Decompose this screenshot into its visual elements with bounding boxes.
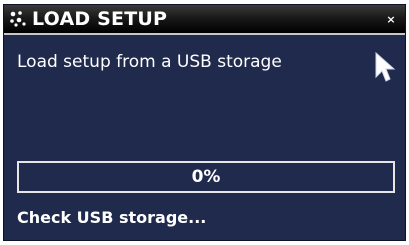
progress-percentage: 0%: [191, 167, 221, 187]
close-icon: ×: [386, 12, 396, 26]
load-setup-dialog: LOAD SETUP × Load setup from a USB stora…: [3, 4, 406, 241]
dots-grid-icon: [10, 11, 26, 27]
close-button[interactable]: ×: [382, 10, 400, 28]
progress-bar: 0%: [17, 161, 395, 193]
dialog-title: LOAD SETUP: [32, 8, 168, 30]
load-message: Load setup from a USB storage: [17, 52, 282, 72]
status-text: Check USB storage...: [17, 208, 207, 227]
title-bar: LOAD SETUP ×: [4, 5, 405, 35]
mouse-pointer-icon: [375, 51, 396, 82]
